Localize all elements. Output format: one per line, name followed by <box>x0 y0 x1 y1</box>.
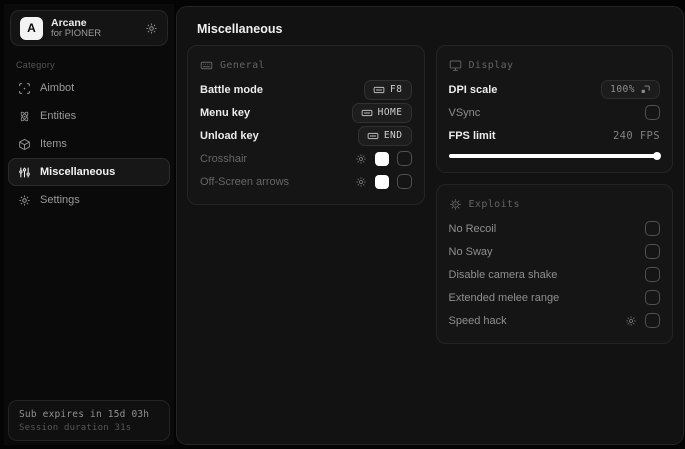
setting-row-speed-hack: Speed hack <box>448 309 660 332</box>
no-sway-checkbox[interactable] <box>645 244 660 259</box>
monitor-icon <box>449 59 462 72</box>
dpi-scale-dropdown[interactable]: 100% <box>601 80 660 99</box>
setting-row-menu-key: Menu key HOME <box>200 101 412 124</box>
sidebar-item-label: Settings <box>40 194 80 206</box>
extended-melee-range-checkbox[interactable] <box>645 290 660 305</box>
main-panel: Miscellaneous General Battle mode F8 Men… <box>176 6 684 445</box>
sidebar-item-settings[interactable]: Settings <box>8 186 170 214</box>
sub-expiry-text: Sub expires in 15d 03h <box>19 409 150 420</box>
sidebar-item-entities[interactable]: Entities <box>8 102 170 130</box>
speed-hack-checkbox[interactable] <box>645 313 660 328</box>
slider-knob[interactable] <box>652 152 661 160</box>
app-subtitle: for PIONER <box>51 27 102 39</box>
sidebar-item-label: Aimbot <box>40 82 75 94</box>
sidebar-item-aimbot[interactable]: Aimbot <box>8 74 170 102</box>
color-swatch[interactable] <box>374 174 389 189</box>
gear-icon <box>18 194 31 207</box>
session-duration-text: Session duration 31s <box>19 423 132 433</box>
setting-row-dpi-scale: DPI scale 100% <box>448 78 660 101</box>
setting-row-disable-camera-shake: Disable camera shake <box>448 263 660 286</box>
setting-label: Crosshair <box>200 152 248 165</box>
dpi-scale-value: 100% <box>610 84 635 95</box>
crosshair-checkbox[interactable] <box>396 151 412 166</box>
brand-card: A Arcane for PIONER <box>10 10 168 46</box>
color-swatch[interactable] <box>374 151 389 166</box>
panel-title: Display <box>468 59 514 71</box>
gear-icon[interactable] <box>145 22 158 35</box>
setting-row-vsync: VSync <box>448 101 660 124</box>
setting-row-no-recoil: No Recoil <box>448 217 660 240</box>
sidebar-nav: Aimbot Entities Items Miscellaneous Sett… <box>4 74 174 214</box>
setting-label: Speed hack <box>448 314 507 327</box>
keyboard-icon <box>361 107 373 119</box>
setting-label: VSync <box>448 106 481 119</box>
fps-limit-value: 240 FPS <box>612 129 660 142</box>
panel-title: Exploits <box>468 198 520 210</box>
keyboard-icon <box>200 59 213 72</box>
setting-label: Battle mode <box>200 83 263 96</box>
setting-row-extended-melee-range: Extended melee range <box>448 286 660 309</box>
setting-label: Off-Screen arrows <box>200 175 290 188</box>
setting-label: Extended melee range <box>448 291 560 304</box>
gear-icon[interactable] <box>355 176 367 188</box>
panel-title: General <box>220 59 265 71</box>
sidebar-item-label: Miscellaneous <box>40 166 116 178</box>
virus-icon <box>449 198 462 211</box>
keybind-value: HOME <box>377 107 403 118</box>
setting-row-fps-limit: FPS limit 240 FPS <box>449 124 661 147</box>
sliders-icon <box>18 166 31 179</box>
category-label: Category <box>16 60 55 70</box>
sidebar: A Arcane for PIONER Category Aimbot Enti… <box>4 4 174 445</box>
subscription-info: Sub expires in 15d 03h Session duration … <box>8 400 170 441</box>
setting-row-no-sway: No Sway <box>448 240 660 263</box>
keybind-button[interactable]: F8 <box>364 79 412 100</box>
fps-limit-slider[interactable] <box>448 151 661 161</box>
setting-label: Disable camera shake <box>448 268 558 281</box>
no-recoil-checkbox[interactable] <box>645 221 660 236</box>
scale-icon <box>640 84 651 95</box>
offscreen-arrows-checkbox[interactable] <box>396 174 412 189</box>
entities-icon <box>18 110 31 123</box>
page-title: Miscellaneous <box>197 22 283 36</box>
aimbot-icon <box>18 82 31 95</box>
setting-row-crosshair: Crosshair <box>200 147 412 170</box>
disable-camera-shake-checkbox[interactable] <box>645 267 660 282</box>
exploits-panel: Exploits No Recoil No Sway Disable camer… <box>435 184 673 344</box>
gear-icon[interactable] <box>625 315 637 327</box>
setting-label: No Recoil <box>448 222 497 235</box>
vsync-checkbox[interactable] <box>645 105 660 120</box>
setting-row-battle-mode: Battle mode F8 <box>200 78 412 101</box>
setting-label: No Sway <box>448 245 493 258</box>
keybind-value: F8 <box>390 84 403 95</box>
slider-fill <box>448 154 657 158</box>
app-logo: A <box>20 16 43 40</box>
sidebar-item-label: Items <box>40 138 67 150</box>
setting-label: DPI scale <box>448 83 498 96</box>
package-icon <box>18 138 31 151</box>
keybind-button[interactable]: END <box>357 125 412 146</box>
keyboard-icon <box>373 84 385 96</box>
setting-label: FPS limit <box>448 129 496 142</box>
display-panel: Display DPI scale 100% VSync FPS limit 2… <box>435 45 673 173</box>
keybind-button[interactable]: HOME <box>351 102 412 123</box>
setting-label: Menu key <box>200 106 251 119</box>
gear-icon[interactable] <box>355 153 367 165</box>
sidebar-item-miscellaneous[interactable]: Miscellaneous <box>8 158 170 186</box>
setting-row-unload-key: Unload key END <box>200 124 412 147</box>
setting-label: Unload key <box>200 129 259 142</box>
keybind-value: END <box>383 130 403 141</box>
sidebar-item-label: Entities <box>40 110 77 122</box>
setting-row-offscreen-arrows: Off-Screen arrows <box>200 170 412 193</box>
keyboard-icon <box>367 130 379 142</box>
general-panel: General Battle mode F8 Menu key HOME Unl… <box>187 45 425 205</box>
app-name: Arcane <box>51 16 87 29</box>
sidebar-item-items[interactable]: Items <box>8 130 170 158</box>
